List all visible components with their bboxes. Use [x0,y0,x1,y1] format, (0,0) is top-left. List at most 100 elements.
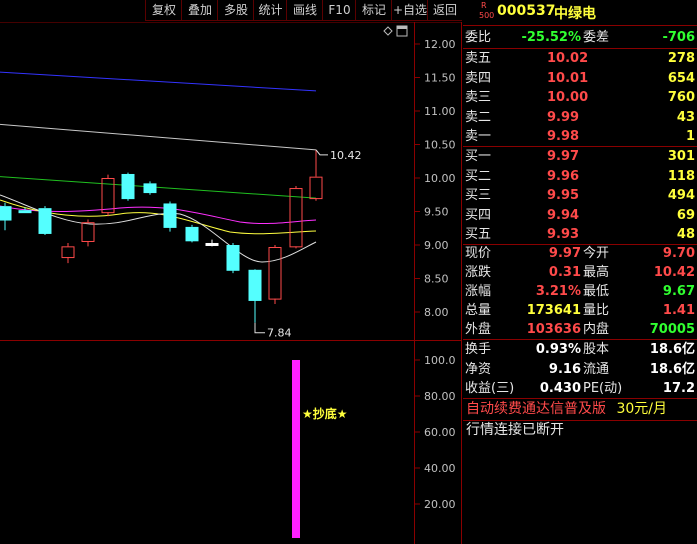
indicator-tick-label: 40.00 [424,462,456,475]
ask-volume: 760 [667,90,695,105]
stat-value-2: 9.70 [662,246,695,261]
candle [185,224,199,243]
ad-price: 30元/月 [616,401,667,417]
chart-toolbar: 复权 叠加 多股 统计 画线 F10 标记 +自选 返回 [0,0,462,22]
ask-price: 9.98 [547,129,580,144]
add-watchlist-button[interactable]: +自选 [391,0,428,21]
ask-label: 卖三 [465,90,492,105]
candle [163,201,177,232]
subscription-ad[interactable]: 自动续费通达信普及版 30元/月 [466,398,667,420]
stock-name: 中绿电 [554,6,596,22]
bid-row[interactable]: 买三 9.95 494 [463,185,697,206]
fund-value-2: 17.2 [662,381,695,396]
stat-row: 外盘 103636 内盘 70005 [463,319,697,340]
ask-volume: 654 [667,70,695,86]
bid-volume: 494 [667,188,695,203]
stat-label-2: 今开 [583,246,610,261]
ma-line-green [0,176,317,199]
low-price-label: 7.84 [267,327,292,340]
candle [38,206,52,235]
candle [289,186,303,249]
price-tick-label: 11.50 [424,72,456,85]
fund-value-2: 18.6亿 [649,342,695,357]
multi-stock-button[interactable]: 多股 [217,0,254,21]
ask-price: 10.01 [547,70,589,86]
draw-line-button[interactable]: 画线 [286,0,323,21]
stat-value-2: 9.67 [662,284,695,299]
fuquan-button[interactable]: 复权 [145,0,182,21]
bid-row[interactable]: 买四 9.94 69 [463,205,697,226]
bid-price: 9.96 [547,168,580,184]
weicha-label: 委差 [583,30,610,45]
fund-label: 换手 [465,342,492,357]
price-axis: 12.00 11.50 11.00 10.50 10.00 9.50 9.00 8.50 8.0… [414,38,456,319]
ask-price: 10.00 [547,90,589,105]
ask-price: 10.02 [547,51,589,66]
ask-label: 卖四 [465,70,492,86]
candle [226,242,240,274]
ask-volume: 278 [667,51,695,66]
ask-label: 卖一 [465,129,492,144]
chart-expand-icon[interactable] [396,25,408,37]
ask-price: 9.99 [547,109,580,125]
stat-label-2: 最高 [583,265,610,280]
stat-row: 涨跌 0.31 最高 10.42 [463,262,697,283]
stock-header: R 500 000537 中绿电 [463,0,697,24]
fund-value: 0.93% [535,342,581,357]
bid-row[interactable]: 买一 9.97 301 [463,146,697,167]
price-tick-label: 11.00 [424,105,456,118]
bid-volume: 69 [676,207,695,223]
price-tick-label: 12.00 [424,38,456,51]
f10-button[interactable]: F10 [322,0,356,21]
ask-row[interactable]: 卖四 10.01 654 [463,68,697,89]
stat-label-2: 量比 [583,303,610,318]
bid-price: 9.97 [547,149,580,164]
margin-badge-top: R [481,1,487,10]
price-tick-label: 8.00 [424,306,449,319]
candles [0,149,323,323]
statistics-button[interactable]: 统计 [253,0,287,21]
stat-value-2: 1.41 [662,303,695,318]
candle [61,242,75,264]
bid-price: 9.93 [547,227,580,242]
fund-value: 0.430 [539,381,581,396]
high-price-label: 10.42 [330,149,362,162]
signal-bar [292,360,300,538]
indicator-tick-label: 100.0 [424,354,456,367]
price-tick-label: 10.50 [424,139,456,152]
bid-row[interactable]: 买五 9.93 48 [463,224,697,245]
weicha-value: -706 [662,30,695,45]
back-button[interactable]: 返回 [427,0,462,21]
ask-row[interactable]: 卖一 9.98 1 [463,126,697,147]
fund-label-2: 流通 [583,361,610,377]
ask-label: 卖二 [465,109,492,125]
mark-button[interactable]: 标记 [355,0,392,21]
ask-row[interactable]: 卖二 9.99 43 [463,107,697,128]
price-tick-label: 9.50 [424,206,449,219]
fund-row: 净资 9.16 流通 18.6亿 [463,359,697,380]
fund-row: 收益(三) 0.430 PE(动) 17.2 [463,378,697,399]
stat-value: 173641 [526,303,581,318]
candle [121,172,135,201]
candle [143,181,157,195]
bid-label: 买一 [465,149,492,164]
overlay-button[interactable]: 叠加 [181,0,218,21]
high-low-labels: 10.42 7.84 [254,149,362,340]
stat-label-2: 最低 [583,284,610,299]
stat-row: 总量 173641 量比 1.41 [463,300,697,321]
indicator-tick-label: 80.00 [424,390,456,403]
indicator-axis: 100.0 80.00 60.00 40.00 20.00 [414,354,456,511]
stat-value-2: 10.42 [653,265,695,280]
stat-row: 涨幅 3.21% 最低 9.67 [463,281,697,302]
fund-label-2: 股本 [583,342,610,357]
ask-row[interactable]: 卖三 10.00 760 [463,87,697,108]
chart-settings-icon[interactable] [383,26,393,36]
fund-label: 净资 [465,361,492,377]
bid-row[interactable]: 买二 9.96 118 [463,166,697,187]
ask-row[interactable]: 卖五 10.02 278 [463,48,697,69]
stat-value: 3.21% [535,284,581,299]
kline-chart[interactable]: 12.00 11.50 11.00 10.50 10.00 9.50 9.00 8.50 8.0… [0,0,462,544]
bid-price: 9.94 [547,207,580,223]
price-tick-label: 9.00 [424,239,449,252]
candle [0,202,12,231]
